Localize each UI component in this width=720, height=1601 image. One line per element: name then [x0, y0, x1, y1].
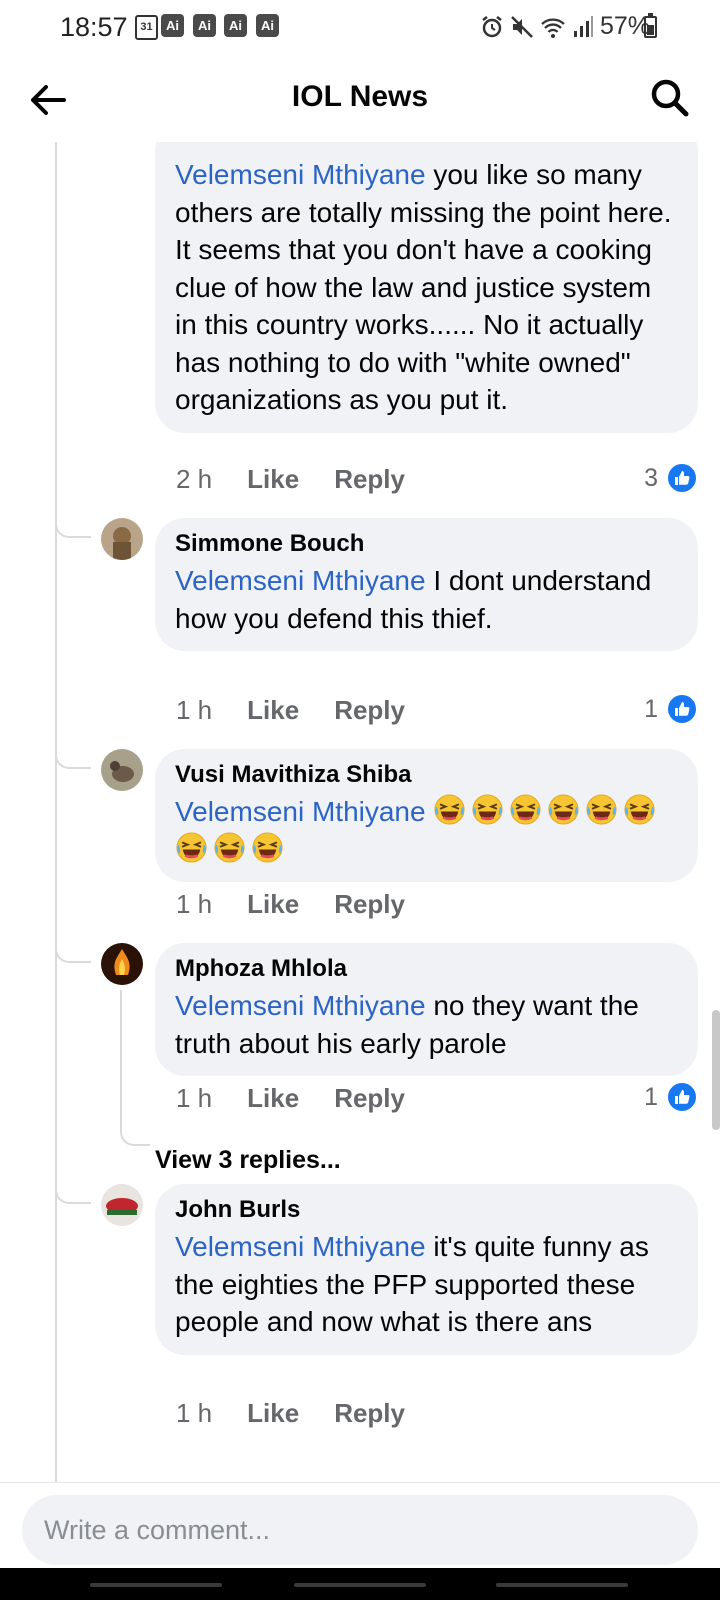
comment-text: Velemseni Mthiyane no they want the trut…	[175, 990, 639, 1059]
mute-icon	[511, 15, 533, 38]
mention-link[interactable]: Velemseni Mthiyane	[175, 565, 426, 596]
comment-time[interactable]: 1 h	[176, 1083, 212, 1114]
comment-author[interactable]: John Burls	[175, 1196, 678, 1224]
comment-input[interactable]	[22, 1495, 698, 1565]
laughing-emoji-icon	[214, 831, 245, 863]
system-nav-bar	[0, 1568, 720, 1600]
like-count: 1	[644, 1082, 658, 1111]
battery-percent: 57%	[599, 12, 650, 40]
laughing-emoji-icon	[176, 831, 207, 863]
reaction-count[interactable]: 1	[644, 1081, 698, 1113]
view-replies-link[interactable]: View 3 replies...	[155, 1146, 341, 1175]
comments-feed[interactable]: Velemseni Mthiyane you like so many othe…	[0, 142, 720, 1482]
ai-badge-icon: Ai	[193, 14, 216, 37]
comment-time[interactable]: 2 h	[176, 464, 212, 495]
comment-actions: 1 h Like Reply	[176, 889, 405, 920]
comment-time[interactable]: 1 h	[176, 695, 212, 726]
laughing-emoji-icon	[586, 794, 617, 825]
laughing-emoji-icon	[548, 794, 579, 825]
thumbs-up-icon	[666, 462, 698, 494]
status-time: 18:57	[60, 12, 128, 42]
laughing-emoji-icon	[624, 794, 655, 825]
mention-link[interactable]: Velemseni Mthiyane	[175, 1231, 426, 1262]
reply-button[interactable]: Reply	[334, 889, 405, 920]
avatar[interactable]	[101, 749, 143, 791]
search-button[interactable]	[648, 76, 692, 120]
comment-bubble[interactable]: Vusi Mavithiza Shiba Velemseni Mthiyane	[155, 749, 698, 882]
comment-text: Velemseni Mthiyane I dont understand how…	[175, 565, 652, 634]
comment-author[interactable]: Mphoza Mhlola	[175, 955, 678, 983]
mention-link[interactable]: Velemseni Mthiyane	[175, 159, 426, 190]
comment-author[interactable]: Simmone Bouch	[175, 530, 678, 558]
comment-bubble[interactable]: Velemseni Mthiyane you like so many othe…	[155, 142, 698, 433]
ai-badge-icon: Ai	[256, 14, 279, 37]
mention-link[interactable]: Velemseni Mthiyane	[175, 990, 426, 1021]
battery-level	[647, 24, 654, 35]
laughing-emoji-icon	[252, 831, 283, 863]
thread-connector	[55, 1184, 91, 1204]
nav-back-button[interactable]	[496, 1583, 628, 1587]
laughing-emoji-icon	[472, 794, 503, 825]
like-button[interactable]: Like	[247, 695, 299, 726]
thumbs-up-icon	[666, 1081, 698, 1113]
ai-badge-icon: Ai	[161, 14, 184, 37]
signal-icon	[573, 15, 593, 37]
wifi-icon	[541, 17, 565, 38]
like-count: 3	[644, 463, 658, 492]
thread-line	[55, 142, 57, 1482]
avatar[interactable]	[101, 518, 143, 560]
like-button[interactable]: Like	[247, 889, 299, 920]
search-icon	[651, 79, 689, 117]
comment-text: Velemseni Mthiyane you like so many othe…	[175, 159, 672, 415]
reply-button[interactable]: Reply	[334, 1083, 405, 1114]
battery-icon	[644, 13, 657, 38]
avatar[interactable]	[101, 1184, 143, 1226]
comment-author[interactable]: Vusi Mavithiza Shiba	[175, 761, 678, 789]
comment-actions: 1 h Like Reply	[176, 1083, 405, 1114]
comment-time[interactable]: 1 h	[176, 889, 212, 920]
laughing-emoji-icon	[434, 794, 465, 825]
like-button[interactable]: Like	[247, 1083, 299, 1114]
thread-connector	[55, 749, 91, 769]
ai-badge-icon: Ai	[224, 14, 247, 37]
page-title: IOL News	[291, 80, 429, 113]
laughing-emoji-icon	[510, 794, 541, 825]
reaction-count[interactable]: 3	[644, 462, 698, 494]
mention-link[interactable]: Velemseni Mthiyane	[175, 796, 426, 827]
comment-actions: 1 h Like Reply	[176, 695, 405, 726]
like-count: 1	[644, 694, 658, 723]
replies-thread-line	[120, 990, 122, 1130]
nav-recents-button[interactable]	[90, 1583, 222, 1587]
like-button[interactable]: Like	[247, 464, 299, 495]
comment-actions: 2 h Like Reply	[176, 464, 405, 495]
alarm-icon	[482, 15, 502, 37]
thread-connector	[55, 943, 91, 963]
comment-bubble[interactable]: Mphoza Mhlola Velemseni Mthiyane no they…	[155, 943, 698, 1076]
nav-home-button[interactable]	[294, 1583, 426, 1587]
comment-text: Velemseni Mthiyane it's quite funny as t…	[175, 1231, 649, 1337]
status-bar: 18:57 31 Ai Ai Ai Ai 57%	[0, 0, 720, 56]
reply-button[interactable]: Reply	[334, 1398, 405, 1429]
comment-actions: 1 h Like Reply	[176, 1398, 405, 1429]
thread-connector	[55, 518, 91, 538]
comment-bubble[interactable]: John Burls Velemseni Mthiyane it's quite…	[155, 1184, 698, 1355]
comment-text: Velemseni Mthiyane	[175, 793, 678, 868]
status-icons: 57%	[480, 12, 650, 41]
comment-bubble[interactable]: Simmone Bouch Velemseni Mthiyane I dont …	[155, 518, 698, 651]
app-bar: IOL News	[0, 56, 720, 142]
reaction-count[interactable]: 1	[644, 693, 698, 725]
replies-connector	[120, 1122, 150, 1146]
scrollbar[interactable]	[712, 1010, 720, 1130]
avatar[interactable]	[101, 943, 143, 985]
like-button[interactable]: Like	[247, 1398, 299, 1429]
thumbs-up-icon	[666, 693, 698, 725]
calendar-icon: 31	[135, 15, 158, 40]
reply-button[interactable]: Reply	[334, 695, 405, 726]
reply-button[interactable]: Reply	[334, 464, 405, 495]
comment-time[interactable]: 1 h	[176, 1398, 212, 1429]
